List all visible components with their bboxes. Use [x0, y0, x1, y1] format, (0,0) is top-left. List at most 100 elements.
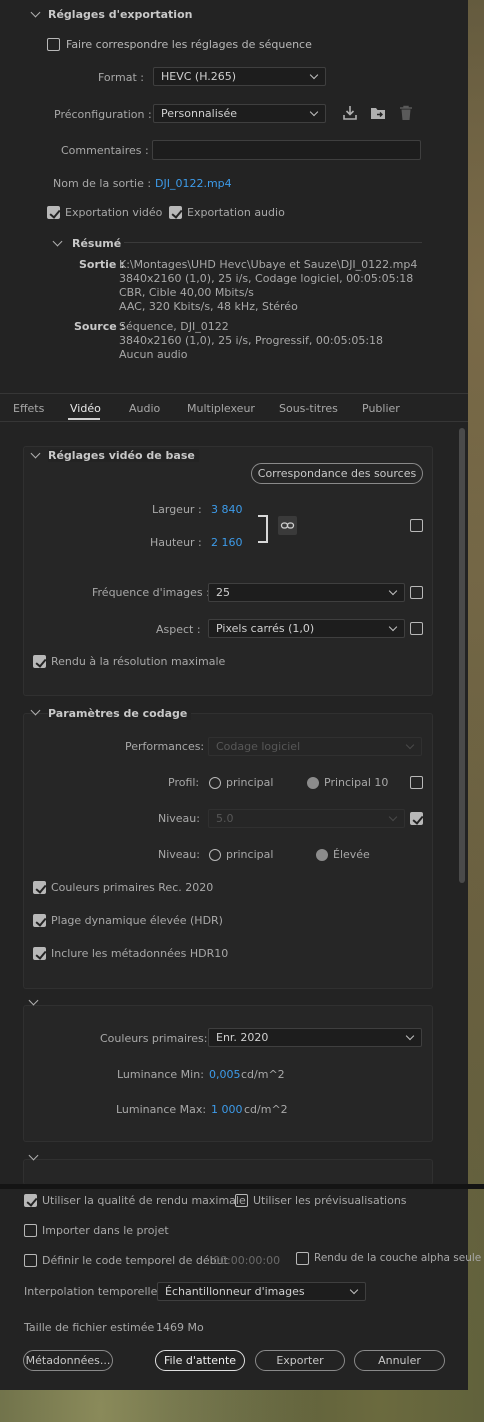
use-previews-checkbox[interactable] — [235, 1194, 248, 1207]
filesize-value: 1469 Mo — [156, 1321, 204, 1334]
link-icon — [280, 522, 295, 529]
level-label: Niveau: — [158, 812, 200, 825]
export-audio-label: Exportation audio — [187, 206, 285, 219]
start-timecode-value[interactable]: 00:00:00:00 — [213, 1254, 280, 1267]
tab-multiplexer[interactable]: Multiplexeur — [187, 402, 255, 415]
import-project-checkbox[interactable] — [24, 1224, 37, 1237]
chevron-down-icon — [405, 740, 415, 750]
preset-select[interactable]: Personnalisée — [153, 104, 326, 123]
lum-max-value[interactable]: 1 000 — [211, 1103, 243, 1116]
chevron-down-icon — [349, 1285, 359, 1295]
source-summary-label: Source : — [74, 320, 125, 333]
output-summary-label: Sortie : — [79, 258, 125, 271]
export-audio-checkbox[interactable] — [169, 206, 182, 219]
tier-main-radio[interactable] — [209, 849, 221, 861]
match-sequence-checkbox[interactable] — [47, 38, 60, 51]
tab-captions[interactable]: Sous-titres — [279, 402, 338, 415]
scrollbar-thumb[interactable] — [459, 428, 465, 883]
match-source-button[interactable]: Correspondance des sources — [251, 463, 423, 484]
override-level-checkbox[interactable] — [410, 812, 423, 825]
aspect-select[interactable]: Pixels carrés (1,0) — [208, 619, 405, 638]
filesize-label: Taille de fichier estimée : — [24, 1321, 162, 1334]
constrain-proportions-button[interactable] — [278, 516, 297, 535]
level-select[interactable]: 5.0 — [208, 809, 405, 828]
save-preset-icon[interactable] — [342, 105, 358, 121]
alpha-only-label: Rendu de la couche alpha seule — [314, 1252, 482, 1264]
chevron-down-icon — [388, 622, 398, 632]
primaries-select[interactable]: Enr. 2020 — [208, 1028, 422, 1047]
tab-publish[interactable]: Publier — [362, 402, 400, 415]
width-value[interactable]: 3 840 — [211, 503, 243, 516]
interp-select[interactable]: Échantillonneur d'images — [157, 1282, 366, 1301]
tab-audio[interactable]: Audio — [129, 402, 160, 415]
profile-main10-label: Principal 10 — [324, 776, 389, 789]
aspect-label: Aspect : — [156, 623, 201, 636]
preset-value: Personnalisée — [161, 107, 238, 120]
tier-main-label: principal — [226, 848, 274, 861]
export-video-label: Exportation vidéo — [65, 206, 163, 219]
override-aspect-checkbox[interactable] — [410, 622, 423, 635]
output-name-label: Nom de la sortie : — [53, 177, 152, 190]
max-render-checkbox[interactable] — [33, 655, 46, 668]
format-select[interactable]: HEVC (H.265) — [153, 67, 326, 86]
override-framerate-checkbox[interactable] — [410, 586, 423, 599]
height-value[interactable]: 2 160 — [211, 536, 243, 549]
framerate-select[interactable]: 25 — [208, 583, 405, 602]
rec2020-checkbox[interactable] — [33, 881, 46, 894]
export-video-checkbox[interactable] — [47, 206, 60, 219]
lum-max-unit: cd/m^2 — [244, 1103, 288, 1116]
summary-divider — [124, 242, 422, 243]
framerate-label: Fréquence d'images : — [92, 586, 210, 599]
interp-value: Échantillonneur d'images — [165, 1285, 305, 1298]
comments-input[interactable] — [152, 140, 421, 160]
tier-label: Niveau: — [158, 848, 200, 861]
hdr-checkbox[interactable] — [33, 914, 46, 927]
output-summary-line: AAC, 320 Kbits/s, 48 kHz, Stéréo — [119, 300, 298, 313]
primaries-label: Couleurs primaires: — [100, 1032, 208, 1045]
cancel-button[interactable]: Annuler — [354, 1350, 445, 1371]
delete-preset-icon[interactable] — [399, 105, 413, 121]
source-summary-line: 3840x2160 (1,0), 25 i/s, Progressif, 00:… — [119, 334, 384, 347]
profile-main10-radio[interactable] — [307, 777, 319, 789]
metadata-button[interactable]: Métadonnées... — [23, 1350, 113, 1371]
profile-label: Profil: — [168, 776, 200, 789]
performance-value: Codage logiciel — [216, 740, 301, 753]
lum-min-unit: cd/m^2 — [241, 1068, 285, 1081]
alpha-only-checkbox[interactable] — [296, 1252, 309, 1265]
start-timecode-label: Définir le code temporel de début — [42, 1254, 228, 1267]
preset-label: Préconfiguration : — [54, 108, 152, 121]
performance-select[interactable]: Codage logiciel — [208, 737, 422, 756]
link-bracket — [258, 515, 268, 543]
profile-main-radio[interactable] — [209, 777, 221, 789]
format-label: Format : — [98, 71, 144, 84]
lum-max-label: Luminance Max: — [116, 1103, 207, 1116]
framerate-value: 25 — [216, 586, 230, 599]
import-preset-icon[interactable] — [370, 105, 387, 121]
rec2020-label: Couleurs primaires Rec. 2020 — [51, 881, 214, 894]
override-size-checkbox[interactable] — [410, 519, 423, 532]
match-sequence-label: Faire correspondre les réglages de séque… — [66, 38, 312, 51]
tab-effects[interactable]: Effets — [13, 402, 44, 415]
chevron-down-icon — [309, 70, 319, 80]
primaries-value: Enr. 2020 — [216, 1031, 269, 1044]
lum-min-value[interactable]: 0,005 — [209, 1068, 241, 1081]
queue-button[interactable]: File d'attente — [155, 1350, 245, 1371]
tab-video[interactable]: Vidéo — [70, 402, 101, 415]
comments-label: Commentaires : — [61, 144, 149, 157]
override-profile-checkbox[interactable] — [410, 776, 423, 789]
max-quality-checkbox[interactable] — [24, 1194, 37, 1207]
hdr-label: Plage dynamique élevée (HDR) — [51, 914, 223, 927]
hdr10-metadata-checkbox[interactable] — [33, 947, 46, 960]
aspect-value: Pixels carrés (1,0) — [216, 622, 315, 635]
start-timecode-checkbox[interactable] — [24, 1254, 37, 1267]
chevron-down-icon — [309, 107, 319, 117]
output-name-link[interactable]: DJI_0122.mp4 — [155, 177, 232, 190]
source-summary-line: Aucun audio — [119, 348, 188, 361]
tier-high-radio[interactable] — [316, 849, 328, 861]
output-summary-line: K:\Montages\UHD Hevc\Ubaye et Sauze\DJI_… — [119, 258, 418, 271]
export-button[interactable]: Exporter — [255, 1350, 345, 1371]
use-previews-label: Utiliser les prévisualisations — [253, 1194, 407, 1207]
format-value: HEVC (H.265) — [161, 70, 237, 83]
chevron-down-icon — [388, 812, 398, 822]
active-tab-indicator — [68, 418, 100, 420]
